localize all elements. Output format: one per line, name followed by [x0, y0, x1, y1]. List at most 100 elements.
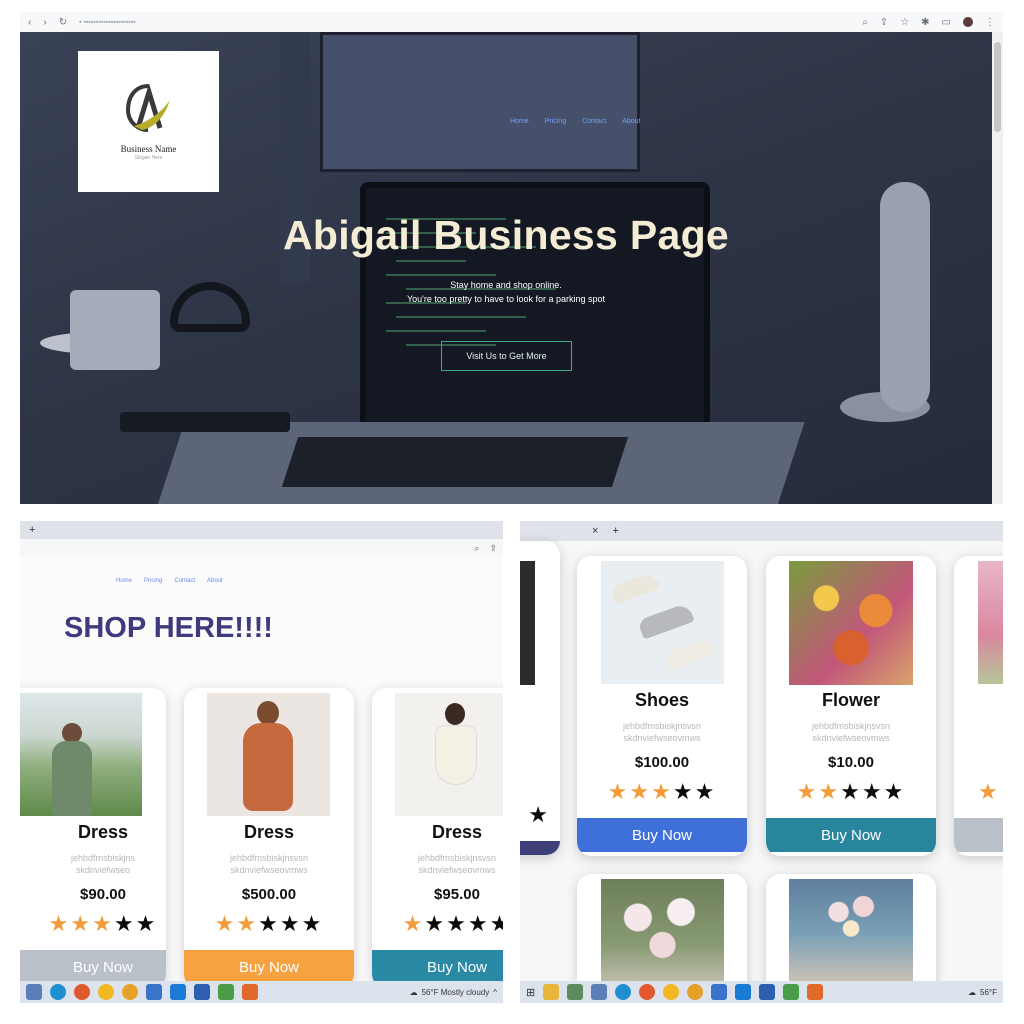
app-icon[interactable]: [146, 984, 162, 1000]
store-icon[interactable]: [591, 984, 608, 1000]
product-description: jehbdfmsbiskjnsvsn skdnviefwseovmws: [372, 852, 503, 876]
nav-about[interactable]: About: [622, 118, 640, 125]
product-price: $10.00: [828, 754, 874, 771]
window-icon[interactable]: ▭: [942, 17, 951, 28]
product-description-line-1: jehbdfmsbiskjnsvsn: [417, 853, 497, 863]
product-description: jehbdfmsbiskjnsvsn skdnviefwseovmws: [766, 720, 936, 744]
buy-now-button[interactable]: Buy Now: [372, 950, 503, 984]
app-icon[interactable]: [759, 984, 776, 1000]
back-arrow-icon[interactable]: ‹: [28, 17, 31, 28]
edge-icon[interactable]: [615, 984, 632, 1000]
vscode-icon[interactable]: [170, 984, 186, 1000]
app-icon[interactable]: [711, 984, 728, 1000]
product-price: $100.00: [634, 754, 690, 771]
zoom-icon[interactable]: ⌕: [474, 543, 479, 554]
buy-now-button-partial[interactable]: [954, 818, 1003, 852]
new-tab-button[interactable]: +: [29, 524, 35, 536]
edge-icon[interactable]: [50, 984, 66, 1000]
file-explorer-icon[interactable]: [26, 984, 42, 1000]
product-name: Shoes: [634, 690, 690, 710]
browser-actions: ⌕ ⇪ ☆ ✱ ▭ ⋮: [862, 17, 995, 28]
menu-dots-icon[interactable]: ⋮: [985, 17, 995, 28]
chrome-alt-icon[interactable]: [122, 984, 138, 1000]
task-view-icon[interactable]: ⊞: [526, 986, 535, 999]
hero-subtitle: Stay home and shop online. You're too pr…: [20, 278, 992, 306]
business-logo[interactable]: Business Name Slogan Here: [78, 51, 219, 192]
share-icon[interactable]: ⇪: [489, 543, 497, 554]
hero-screenshot: ‹ › ↻ ▪ ▪▪▪▪▪▪▪▪▪▪▪▪▪▪▪▪▪▪▪▪▪ ⌕ ⇪ ☆ ✱ ▭ …: [20, 12, 1003, 504]
new-tab-button[interactable]: +: [612, 525, 618, 537]
weather-widget[interactable]: ☁ 56°F: [968, 988, 1003, 997]
nav-pricing[interactable]: Pricing: [545, 118, 566, 125]
file-explorer-icon[interactable]: [543, 984, 560, 1000]
buy-now-button[interactable]: Buy Now: [766, 818, 936, 852]
app-icon[interactable]: [567, 984, 584, 1000]
bookmark-star-icon[interactable]: ☆: [900, 17, 909, 28]
product-name: Flower: [821, 690, 880, 710]
nav-about[interactable]: About: [207, 578, 223, 584]
hero-navigation: Home Pricing Contact About: [510, 118, 641, 125]
product-card: Shoes jehbdfmsbiskjnsvsn skdnviefwseovmw…: [577, 556, 747, 856]
star-filled-icon: ★: [796, 779, 819, 804]
star-empty-icon: ★: [467, 911, 490, 936]
forward-arrow-icon[interactable]: ›: [43, 17, 46, 28]
chrome-alt-icon[interactable]: [687, 984, 704, 1000]
app-icon[interactable]: [783, 984, 800, 1000]
app-icon[interactable]: [218, 984, 234, 1000]
firefox-icon[interactable]: [639, 984, 656, 1000]
page-scrollbar[interactable]: [992, 32, 1003, 504]
star-filled-icon: ★: [48, 911, 71, 936]
app-icon[interactable]: [242, 984, 258, 1000]
product-name: Dress: [243, 822, 295, 842]
star-filled-icon: ★: [214, 911, 237, 936]
chrome-icon[interactable]: [663, 984, 680, 1000]
product-description-line-2: skdnviefwseovmws: [812, 733, 890, 743]
weather-widget[interactable]: ☁ 56°F Mostly cloudy ^: [410, 988, 503, 997]
product-image: [789, 561, 913, 685]
weather-text: 56°F Mostly cloudy: [421, 987, 490, 997]
weather-text: 56°F: [980, 987, 997, 997]
windows-taskbar: ⊞ ☁ 56°F: [520, 981, 1003, 1003]
buy-now-button[interactable]: Buy Now: [20, 950, 166, 984]
share-icon[interactable]: ⇪: [880, 17, 888, 28]
visit-us-button[interactable]: Visit Us to Get More: [441, 341, 572, 371]
product-description-line-1: jehbdfmsbiskjns: [70, 853, 136, 863]
product-image: [978, 561, 1003, 684]
logo-tagline: Slogan Here: [134, 155, 163, 161]
buy-now-button[interactable]: Buy Now: [577, 818, 747, 852]
background-keyboard: [281, 437, 629, 487]
nav-contact[interactable]: Contact: [174, 578, 195, 584]
chrome-icon[interactable]: [98, 984, 114, 1000]
product-image: [207, 693, 330, 816]
browser-tabstrip: × +: [520, 521, 1003, 541]
app-icon[interactable]: [194, 984, 210, 1000]
zoom-icon[interactable]: ⌕: [862, 17, 868, 28]
address-bar[interactable]: ▪ ▪▪▪▪▪▪▪▪▪▪▪▪▪▪▪▪▪▪▪▪▪: [79, 19, 136, 26]
nav-pricing[interactable]: Pricing: [144, 578, 162, 584]
buy-now-button-partial[interactable]: [520, 841, 560, 855]
nav-contact[interactable]: Contact: [582, 118, 606, 125]
app-icon[interactable]: [807, 984, 824, 1000]
firefox-icon[interactable]: [74, 984, 90, 1000]
scrollbar-thumb[interactable]: [994, 42, 1001, 132]
reload-icon[interactable]: ↻: [59, 17, 67, 28]
close-tab-icon[interactable]: ×: [592, 525, 598, 537]
buy-now-button[interactable]: Buy Now: [184, 950, 354, 984]
profile-avatar[interactable]: [963, 17, 973, 27]
vscode-icon[interactable]: [735, 984, 752, 1000]
nav-home[interactable]: Home: [510, 118, 529, 125]
product-description-line-2: skdnviefwseovmws: [623, 733, 701, 743]
product-card: Dress jehbdfmsbiskjns skdnviefwseo $90.0…: [20, 688, 166, 988]
star-empty-icon: ★: [258, 911, 280, 936]
product-rating: ★★★★★: [372, 913, 503, 935]
extensions-icon[interactable]: ✱: [921, 17, 929, 28]
star-empty-icon: ★: [840, 779, 862, 804]
star-filled-icon: ★: [70, 911, 93, 936]
cloud-icon: ☁: [968, 987, 977, 997]
product-description-line-2: skdnviefwseovmws: [230, 865, 308, 875]
product-image: [601, 561, 724, 684]
nav-home[interactable]: Home: [116, 578, 132, 584]
product-rating-partial: ★: [528, 802, 550, 827]
chevron-up-icon[interactable]: ^: [493, 988, 497, 997]
star-empty-icon: ★: [883, 779, 906, 804]
